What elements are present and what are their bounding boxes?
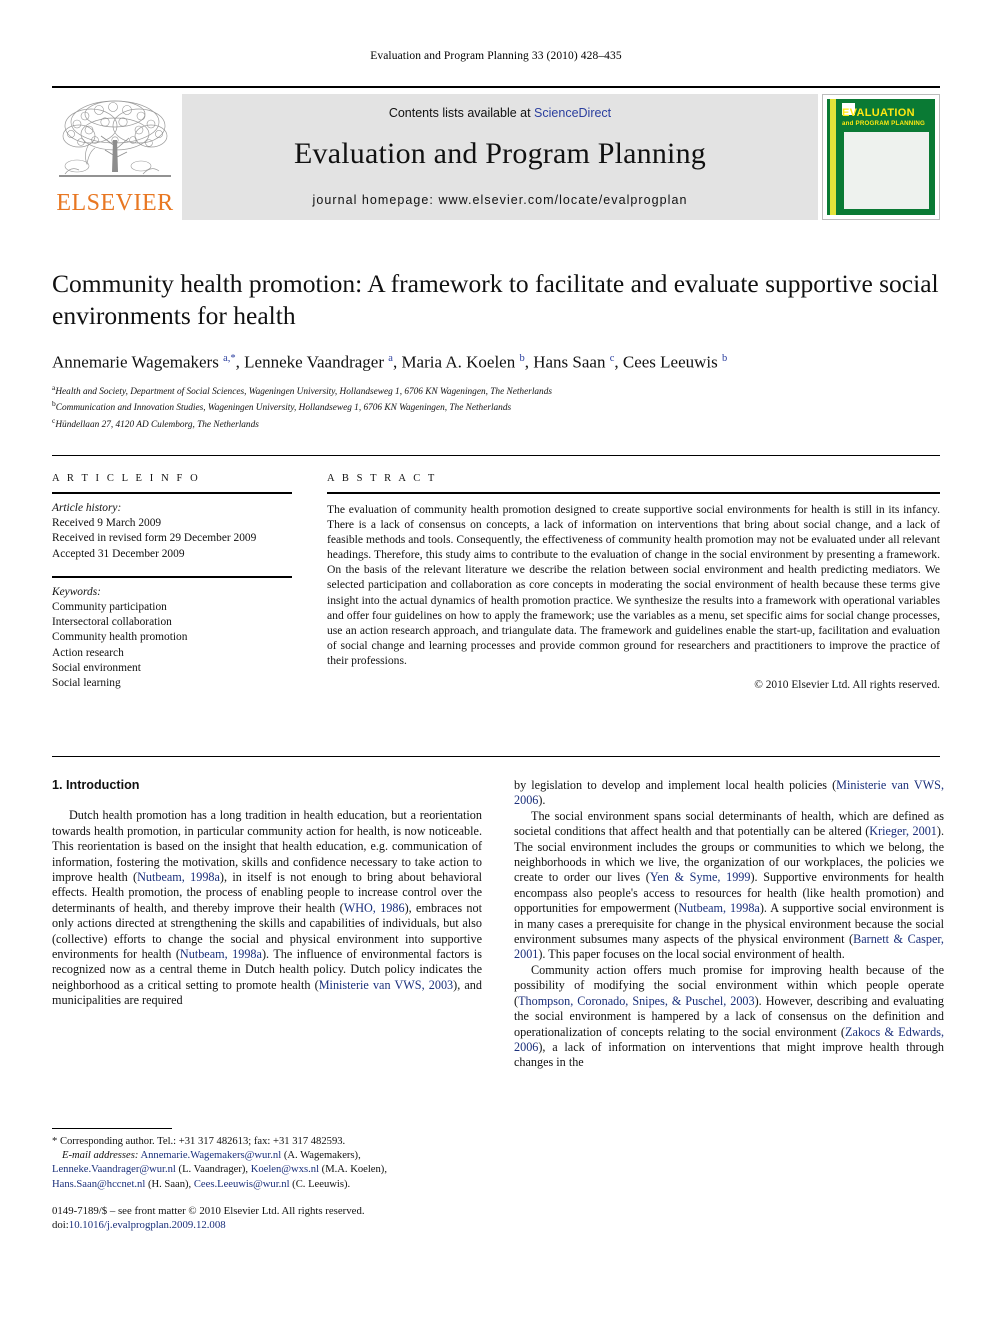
journal-masthead: ELSEVIER Contents lists available at Sci… <box>52 86 940 223</box>
keywords-label: Keywords: <box>52 585 101 598</box>
keyword-item: Social learning <box>52 677 121 690</box>
journal-band: Contents lists available at ScienceDirec… <box>182 94 818 220</box>
cover-title-line2: and PROGRAM PLANNING <box>842 120 926 127</box>
keyword-item: Intersectoral collaboration <box>52 616 172 629</box>
affiliation-list: aHealth and Society, Department of Socia… <box>52 382 940 432</box>
contents-line: Contents lists available at ScienceDirec… <box>182 106 818 120</box>
footnote-block: * Corresponding author. Tel.: +31 317 48… <box>52 1128 482 1192</box>
journal-title: Evaluation and Program Planning <box>294 137 706 170</box>
corresponding-author-note: * Corresponding author. Tel.: +31 317 48… <box>52 1136 346 1147</box>
abstract-text: The evaluation of community health promo… <box>327 503 940 667</box>
article-history-block: Article history: Received 9 March 2009 R… <box>52 494 292 562</box>
info-abstract-section: A R T I C L E I N F O Article history: R… <box>52 455 940 691</box>
paper-page: Evaluation and Program Planning 33 (2010… <box>0 0 992 1323</box>
history-item-received: Received 9 March 2009 <box>52 517 162 530</box>
history-item-revised: Received in revised form 29 December 200… <box>52 532 257 545</box>
cover-yellow-stripe <box>830 99 836 215</box>
running-head: Evaluation and Program Planning 33 (2010… <box>370 50 622 62</box>
cover-image-area <box>843 131 930 210</box>
email-addresses-label: E-mail addresses: <box>62 1150 139 1162</box>
elsevier-tree-icon <box>59 100 171 177</box>
page-title: Community health promotion: A framework … <box>52 269 939 330</box>
abstract-column: A B S T R A C T The evaluation of commun… <box>310 456 940 691</box>
abstract-copyright: © 2010 Elsevier Ltd. All rights reserved… <box>754 679 940 692</box>
keywords-block: Keywords: Community participation Inters… <box>52 575 292 691</box>
keywords-list: Keywords: Community participation Inters… <box>52 585 292 691</box>
body-columns: 1. Introduction Dutch health promotion h… <box>52 778 944 1071</box>
email-addresses-note: E-mail addresses: Annemarie.Wagemakers@w… <box>52 1149 482 1192</box>
section-heading-introduction: 1. Introduction <box>52 778 140 792</box>
affil-text-b: Communication and Innovation Studies, Wa… <box>55 403 512 414</box>
affiliation-c: cHündellaan 27, 4120 AD Culemborg, The N… <box>52 415 940 432</box>
keyword-item: Social environment <box>52 661 141 674</box>
body-column-left: 1. Introduction Dutch health promotion h… <box>52 778 482 1071</box>
doi-line: doi:10.1016/j.evalprogplan.2009.12.008 <box>52 1219 492 1233</box>
journal-homepage[interactable]: journal homepage: www.elsevier.com/locat… <box>182 193 818 207</box>
keyword-item: Action research <box>52 646 124 659</box>
elsevier-logo: ELSEVIER <box>52 94 178 220</box>
doi-link[interactable]: 10.1016/j.evalprogplan.2009.12.008 <box>69 1219 226 1231</box>
contents-prefix: Contents lists available at <box>388 106 535 120</box>
article-info-column: A R T I C L E I N F O Article history: R… <box>52 456 310 691</box>
title-block: Community health promotion: A framework … <box>52 268 940 432</box>
doi-prefix: doi: <box>52 1218 69 1231</box>
affiliation-b: bCommunication and Innovation Studies, W… <box>52 398 940 415</box>
keyword-item: Community participation <box>52 601 167 614</box>
imprint-block: 0149-7189/$ – see front matter © 2010 El… <box>52 1205 492 1233</box>
keyword-item: Community health promotion <box>52 631 188 644</box>
sciencedirect-link[interactable]: ScienceDirect <box>534 106 611 120</box>
cover-title-line1: EVALUATION <box>842 107 915 119</box>
body-separator-rule <box>52 756 940 757</box>
journal-cover-thumbnail[interactable]: EVALUATION and PROGRAM PLANNING <box>822 94 940 220</box>
author-list: Annemarie Wagemakers a,*, Lenneke Vaandr… <box>52 352 728 372</box>
article-info-heading: A R T I C L E I N F O <box>52 473 201 484</box>
affil-text-a: Health and Society, Department of Social… <box>55 386 552 397</box>
article-history-label: Article history: <box>52 502 122 514</box>
paragraph: Community action offers much promise for… <box>514 962 944 1070</box>
issn-front-matter: 0149-7189/$ – see front matter © 2010 El… <box>52 1205 365 1217</box>
affiliation-a: aHealth and Society, Department of Socia… <box>52 382 940 399</box>
history-item-accepted: Accepted 31 December 2009 <box>52 547 185 560</box>
affil-text-c: Hündellaan 27, 4120 AD Culemborg, The Ne… <box>55 420 259 431</box>
elsevier-wordmark: ELSEVIER <box>56 190 174 216</box>
abstract-heading: A B S T R A C T <box>327 473 437 484</box>
paragraph: The social environment spans social dete… <box>514 808 944 962</box>
footnote-rule <box>52 1128 172 1129</box>
paragraph: Dutch health promotion has a long tradit… <box>52 808 482 1008</box>
paragraph: by legislation to develop and implement … <box>514 778 944 808</box>
body-column-right: by legislation to develop and implement … <box>514 778 944 1071</box>
